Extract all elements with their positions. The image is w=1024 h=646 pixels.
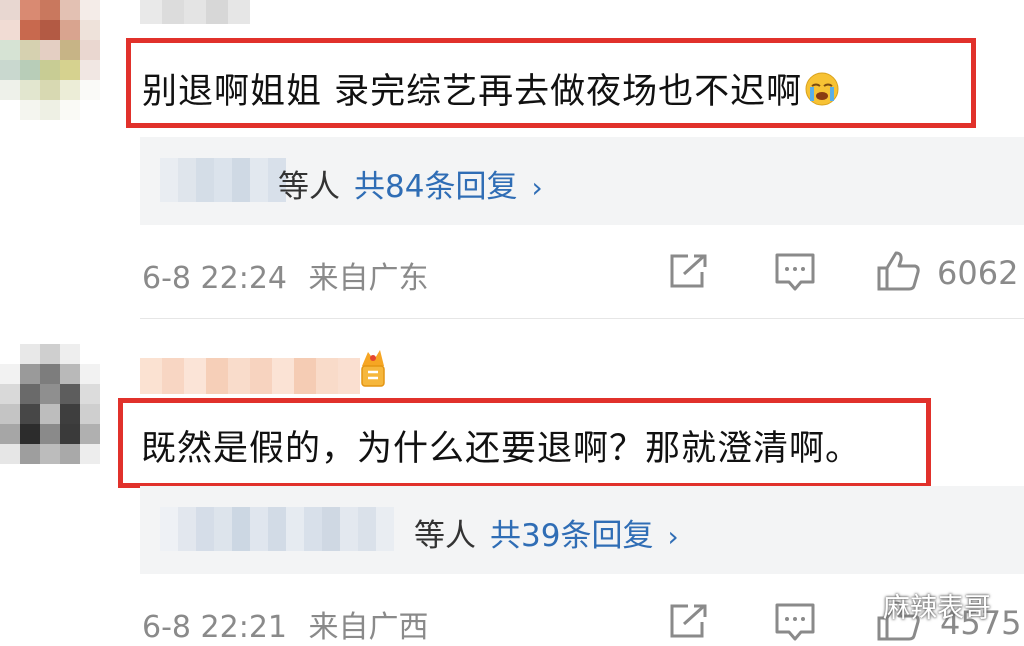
reply-users-label: 等人 — [414, 518, 476, 554]
share-button[interactable] — [668, 252, 710, 290]
comment-meta: 6-8 22:24 来自广东 — [142, 253, 429, 297]
crying-face-emoji-icon — [805, 72, 839, 106]
comment-button[interactable] — [774, 252, 816, 292]
comment-icon — [775, 253, 815, 291]
comment-button[interactable] — [774, 602, 816, 642]
reply-usernames-blurred — [160, 158, 286, 202]
watermark-text: 麻辣表哥 — [883, 593, 991, 624]
username-blurred[interactable] — [140, 358, 360, 394]
share-icon — [670, 604, 707, 638]
watermark: 麻辣表哥 — [843, 586, 991, 625]
fan-badge-icon — [361, 350, 385, 387]
reply-summary-text[interactable]: 等人 共84条回复 › — [278, 161, 543, 206]
reply-count-link[interactable]: 共84条回复 — [354, 169, 517, 205]
divider — [140, 318, 1024, 319]
avatar[interactable] — [0, 0, 100, 120]
reply-count-link[interactable]: 共39条回复 — [490, 518, 653, 554]
chevron-right-icon[interactable]: › — [667, 520, 678, 553]
share-icon — [670, 254, 707, 288]
comment-time: 6-8 22:24 — [142, 261, 287, 296]
comment-text: 既然是假的，为什么还要退啊？那就澄清啊。 — [141, 420, 861, 471]
comment-body: 既然是假的，为什么还要退啊？那就澄清啊。 — [141, 429, 862, 469]
comment-text: 别退啊姐姐 录完综艺再去做夜场也不迟啊 — [142, 63, 840, 114]
reply-summary[interactable]: 等人 共39条回复 › — [140, 486, 1024, 574]
chevron-right-icon[interactable]: › — [531, 171, 542, 204]
reply-usernames-blurred — [160, 507, 394, 551]
comment-meta: 6-8 22:21 来自广西 — [142, 602, 429, 646]
comment-location: 来自广东 — [308, 261, 429, 296]
reply-summary-text[interactable]: 等人 共39条回复 › — [414, 510, 679, 555]
thumbs-up-icon — [877, 251, 920, 291]
like-button[interactable] — [876, 250, 922, 292]
share-button[interactable] — [668, 602, 710, 640]
username-blurred[interactable] — [140, 0, 250, 24]
comment-location: 来自广西 — [308, 610, 429, 645]
wechat-icon — [843, 592, 877, 618]
reply-summary[interactable]: 等人 共84条回复 › — [140, 137, 1024, 225]
comment-body: 别退啊姐姐 录完综艺再去做夜场也不迟啊 — [142, 72, 803, 112]
comment-time: 6-8 22:21 — [142, 610, 287, 645]
like-count: 6062 — [937, 254, 1019, 292]
reply-users-label: 等人 — [278, 169, 340, 205]
avatar[interactable] — [0, 344, 100, 464]
comment-icon — [775, 603, 815, 641]
